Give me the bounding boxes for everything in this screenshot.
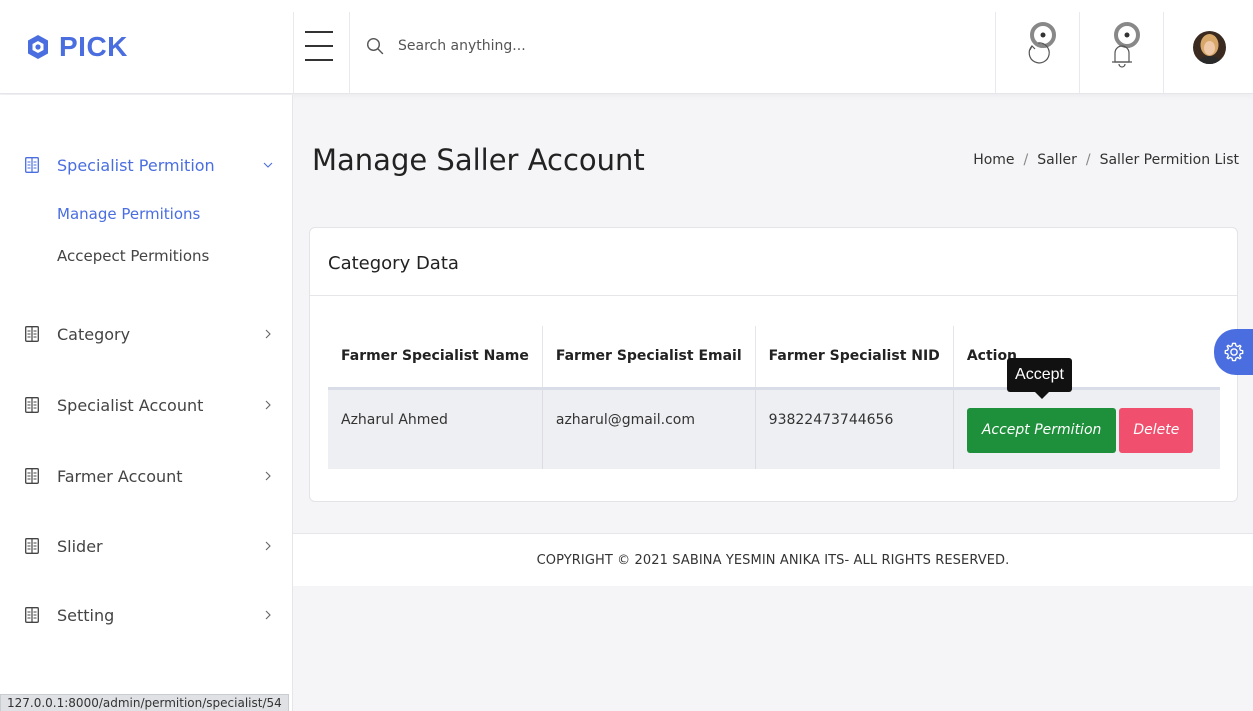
sidebar-item-category[interactable]: Category bbox=[0, 314, 293, 354]
sidebar-item-specialist-permition[interactable]: Specialist Permition bbox=[0, 145, 293, 185]
specialist-nid: 93822473744656 bbox=[768, 412, 894, 429]
breadcrumb-saller[interactable]: Saller bbox=[1037, 152, 1077, 168]
cell-email: azharul@gmail.com bbox=[541, 388, 756, 469]
sidebar-subitem-manage-permitions[interactable]: Manage Permitions bbox=[57, 205, 200, 223]
header-divider bbox=[349, 12, 350, 94]
chevron-right-icon bbox=[265, 471, 271, 481]
breadcrumb-current: Saller Permition List bbox=[1099, 152, 1239, 168]
search-icon bbox=[366, 37, 384, 55]
specialist-email: azharul@gmail.com bbox=[555, 412, 695, 429]
book-icon bbox=[25, 157, 39, 173]
gear-icon bbox=[1224, 342, 1243, 362]
page-title: Manage Saller Account bbox=[312, 143, 645, 177]
specialist-name: Azharul Ahmed bbox=[341, 412, 448, 429]
bell-icon bbox=[1112, 22, 1140, 68]
sidebar-item-setting[interactable]: Setting bbox=[0, 595, 293, 635]
notifications-button[interactable] bbox=[1080, 0, 1164, 94]
brand-name: PICK bbox=[59, 31, 128, 62]
sync-button[interactable] bbox=[996, 0, 1080, 94]
copyright-text: COPYRIGHT © 2021 SABINA YESMIN ANIKA ITS… bbox=[536, 552, 1010, 568]
browser-status-url: 127.0.0.1:8000/admin/permition/specialis… bbox=[0, 694, 289, 711]
sidebar-item-label: Slider bbox=[57, 536, 103, 556]
top-header: PICK bbox=[0, 0, 1253, 94]
table-row: Azharul Ahmed azharul@gmail.com 93822473… bbox=[328, 388, 1220, 469]
avatar[interactable] bbox=[1193, 31, 1226, 64]
brand[interactable]: PICK bbox=[0, 0, 293, 94]
column-header-email: Farmer Specialist Email bbox=[541, 326, 756, 390]
breadcrumb: Home / Saller / Saller Permition List bbox=[973, 152, 1239, 168]
sidebar-subitem-accepect-permitions[interactable]: Accepect Permitions bbox=[57, 247, 209, 265]
sidebar-item-specialist-account[interactable]: Specialist Account bbox=[0, 385, 293, 425]
chevron-right-icon bbox=[265, 400, 271, 410]
sidebar-item-slider[interactable]: Slider bbox=[0, 526, 293, 566]
sidebar-item-label: Setting bbox=[57, 605, 115, 625]
chevron-right-icon bbox=[265, 610, 271, 620]
permission-table: Farmer Specialist Name Farmer Specialist… bbox=[328, 326, 1220, 469]
sidebar-item-label: Farmer Account bbox=[57, 466, 183, 486]
book-icon bbox=[25, 607, 39, 623]
menu-icon[interactable] bbox=[305, 29, 333, 63]
sidebar-item-label: Specialist Permition bbox=[57, 155, 215, 175]
cell-name: Azharul Ahmed bbox=[328, 388, 543, 469]
header-divider bbox=[1163, 12, 1164, 94]
accept-tooltip: Accept bbox=[1007, 358, 1072, 399]
sidebar-item-farmer-account[interactable]: Farmer Account bbox=[0, 456, 293, 496]
book-icon bbox=[25, 326, 39, 342]
footer: COPYRIGHT © 2021 SABINA YESMIN ANIKA ITS… bbox=[293, 533, 1253, 586]
accept-permition-button[interactable]: Accept Permition bbox=[966, 407, 1117, 453]
search-input[interactable] bbox=[398, 30, 698, 62]
card-title: Category Data bbox=[328, 253, 459, 274]
chevron-right-icon bbox=[265, 541, 271, 551]
book-icon bbox=[25, 397, 39, 413]
breadcrumb-separator: / bbox=[1085, 152, 1091, 168]
breadcrumb-separator: / bbox=[1023, 152, 1029, 168]
category-data-card: Category Data Farmer Specialist Name Far… bbox=[309, 227, 1238, 502]
card-header: Category Data bbox=[310, 228, 1237, 296]
cell-action: Accept Permition Delete bbox=[952, 388, 1220, 469]
table-header-row: Farmer Specialist Name Farmer Specialist… bbox=[328, 326, 1220, 390]
chevron-right-icon bbox=[265, 329, 271, 339]
chevron-down-icon bbox=[263, 162, 273, 168]
sidebar-item-label: Specialist Account bbox=[57, 395, 204, 415]
sync-icon bbox=[1028, 22, 1056, 64]
breadcrumb-home[interactable]: Home bbox=[973, 152, 1014, 168]
column-header-name: Farmer Specialist Name bbox=[328, 326, 543, 390]
book-icon bbox=[25, 538, 39, 554]
settings-panel-toggle[interactable] bbox=[1214, 329, 1253, 375]
sidebar: Specialist Permition Manage Permitions A… bbox=[0, 95, 293, 711]
brand-logo-icon bbox=[28, 35, 48, 59]
column-header-action: Action bbox=[952, 326, 1220, 390]
column-header-nid: Farmer Specialist NID bbox=[754, 326, 954, 390]
book-icon bbox=[25, 468, 39, 484]
delete-button[interactable]: Delete bbox=[1119, 407, 1194, 453]
sidebar-item-label: Category bbox=[57, 324, 131, 344]
header-divider bbox=[293, 12, 294, 94]
cell-nid: 93822473744656 bbox=[754, 388, 954, 469]
